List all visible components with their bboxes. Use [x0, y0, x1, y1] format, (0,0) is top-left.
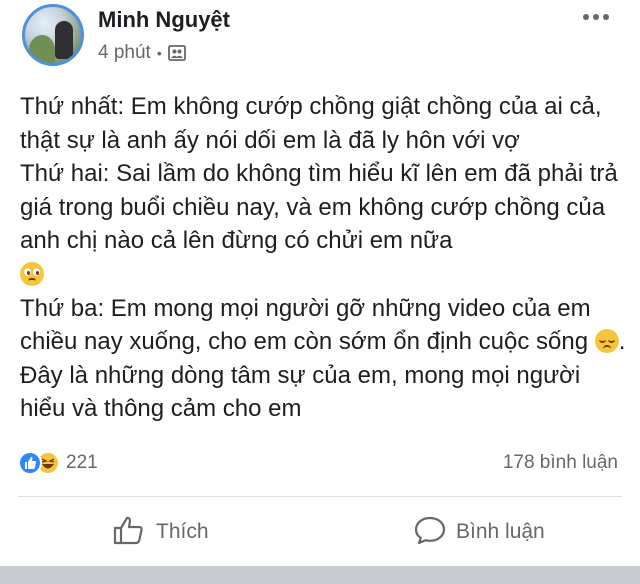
more-dot-icon — [603, 14, 609, 20]
comment-button[interactable]: Bình luận — [414, 512, 545, 552]
post-card: Minh Nguyệt 4 phút • Thứ nhất: Em không … — [0, 0, 640, 566]
post-paragraph: Thứ ba: Em mong mọi người gỡ những video… — [20, 294, 626, 423]
post-header: Minh Nguyệt 4 phút • — [0, 0, 640, 80]
avatar-plant — [29, 35, 55, 63]
comment-count[interactable]: 178 bình luận — [503, 452, 618, 474]
post-time[interactable]: 4 phút — [98, 42, 151, 64]
reaction-count: 221 — [66, 452, 98, 473]
post-paragraph: Thứ nhất: Em không cướp chồng giật chồng… — [20, 93, 602, 154]
more-dot-icon — [593, 14, 599, 20]
more-options-button[interactable] — [578, 6, 614, 28]
friends-icon — [167, 44, 186, 62]
like-icon — [18, 451, 42, 475]
author-name[interactable]: Minh Nguyệt — [98, 7, 230, 33]
divider — [18, 496, 622, 497]
more-dot-icon — [583, 14, 589, 20]
avatar-figure — [55, 21, 73, 59]
meta-separator: • — [156, 45, 162, 61]
feed-separator — [0, 566, 640, 584]
post-meta: 4 phút • — [98, 42, 186, 64]
pleading-face-emoji — [20, 261, 44, 286]
like-button[interactable]: Thích — [112, 512, 209, 552]
thumbs-up-icon — [112, 515, 146, 550]
comment-bubble-icon — [414, 515, 446, 550]
avatar[interactable] — [22, 4, 84, 66]
post-paragraph: Thứ hai: Sai lầm do không tìm hiểu kĩ lê… — [20, 157, 630, 291]
reactions-summary[interactable]: 221 — [18, 450, 98, 476]
like-label: Thích — [156, 520, 209, 543]
pensive-face-emoji — [594, 329, 619, 354]
post-body: Thứ nhất: Em không cướp chồng giật chồng… — [20, 90, 630, 426]
comment-label: Bình luận — [456, 520, 545, 543]
